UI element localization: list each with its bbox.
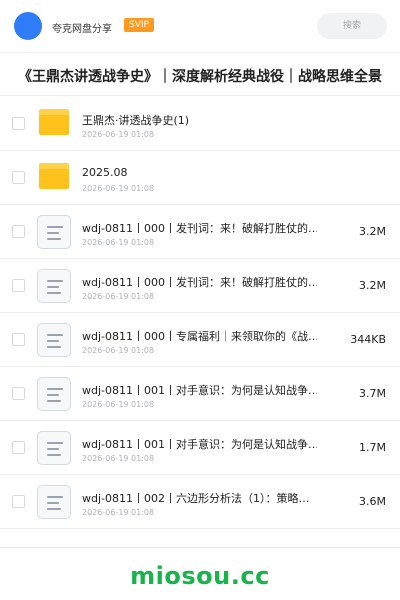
file-name[interactable]: wdj-0811丨002丨六边形分析法（1）：策略… xyxy=(82,490,310,506)
row-checkbox[interactable] xyxy=(12,495,25,508)
page-title: 《王鼎杰讲透战争史》｜深度解析经典战役｜战略思维全景 xyxy=(18,69,382,85)
file-row[interactable]: 王鼎杰·讲透战争史(1) 2026-06-19 01:08 xyxy=(0,97,400,151)
row-checkbox[interactable] xyxy=(12,279,25,292)
folder-icon xyxy=(39,163,69,189)
file-date: 2026-06-19 01:08 xyxy=(82,292,155,301)
document-icon xyxy=(37,269,71,303)
footer-divider xyxy=(0,547,400,548)
header: 夸克网盘分享 SVIP 搜索 xyxy=(0,0,400,52)
file-date: 2026-06-19 01:08 xyxy=(82,238,155,247)
file-list: 王鼎杰·讲透战争史(1) 2026-06-19 01:08 2025.08 2026-… xyxy=(0,97,400,529)
file-name[interactable]: wdj-0811丨000丨发刊词：来！破解打胜仗的… xyxy=(82,274,317,290)
folder-icon xyxy=(39,109,69,135)
file-row[interactable]: wdj-0811丨000丨发刊词：来！破解打胜仗的… 2026-06-19 01:… xyxy=(0,259,400,313)
file-size: 3.7M xyxy=(359,387,386,400)
file-row[interactable]: wdj-0811丨001丨对手意识：为何是认知战争… 2026-06-19 01:… xyxy=(0,367,400,421)
file-row[interactable]: wdj-0811丨000丨发刊词：来！破解打胜仗的… 2026-06-19 01:… xyxy=(0,205,400,259)
file-name[interactable]: wdj-0811丨001丨对手意识：为何是认知战争… xyxy=(82,436,317,452)
file-date: 2026-06-19 01:08 xyxy=(82,454,155,463)
file-name[interactable]: 2025.08 xyxy=(82,166,128,179)
document-icon xyxy=(37,215,71,249)
row-checkbox[interactable] xyxy=(12,333,25,346)
file-date: 2026-06-19 01:08 xyxy=(82,130,155,139)
file-date: 2026-06-19 01:08 xyxy=(82,346,155,355)
row-checkbox[interactable] xyxy=(12,441,25,454)
file-name[interactable]: wdj-0811丨001丨对手意识：为何是认知战争… xyxy=(82,382,317,398)
watermark: miosou.cc xyxy=(130,562,270,590)
row-checkbox[interactable] xyxy=(12,387,25,400)
document-icon xyxy=(37,431,71,465)
file-date: 2026-06-19 01:08 xyxy=(82,508,155,517)
document-icon xyxy=(37,485,71,519)
file-date: 2026-06-19 01:08 xyxy=(82,184,155,193)
avatar[interactable] xyxy=(14,12,42,40)
file-row[interactable]: 2025.08 2026-06-19 01:08 xyxy=(0,151,400,205)
document-icon xyxy=(37,323,71,357)
document-icon xyxy=(37,377,71,411)
row-checkbox[interactable] xyxy=(12,117,25,130)
title-bar: 《王鼎杰讲透战争史》｜深度解析经典战役｜战略思维全景 xyxy=(0,52,400,96)
row-checkbox[interactable] xyxy=(12,225,25,238)
svip-badge: SVIP xyxy=(124,18,154,32)
row-checkbox[interactable] xyxy=(12,171,25,184)
file-name[interactable]: wdj-0811丨000丨发刊词：来！破解打胜仗的… xyxy=(82,220,317,236)
file-size: 3.6M xyxy=(359,495,386,508)
file-size: 344KB xyxy=(350,333,386,346)
file-name[interactable]: wdj-0811丨000丨专属福利｜来领取你的《战… xyxy=(82,328,317,344)
username: 夸克网盘分享 xyxy=(52,24,112,35)
file-size: 3.2M xyxy=(359,279,386,292)
file-row[interactable]: wdj-0811丨000丨专属福利｜来领取你的《战… 2026-06-19 01:… xyxy=(0,313,400,367)
search-input[interactable]: 搜索 xyxy=(317,13,387,39)
file-row[interactable]: wdj-0811丨001丨对手意识：为何是认知战争… 2026-06-19 01:… xyxy=(0,421,400,475)
file-row[interactable]: wdj-0811丨002丨六边形分析法（1）：策略… 2026-06-19 01:… xyxy=(0,475,400,529)
file-date: 2026-06-19 01:08 xyxy=(82,400,155,409)
file-size: 1.7M xyxy=(359,441,386,454)
file-name[interactable]: 王鼎杰·讲透战争史(1) xyxy=(82,112,189,128)
file-size: 3.2M xyxy=(359,225,386,238)
